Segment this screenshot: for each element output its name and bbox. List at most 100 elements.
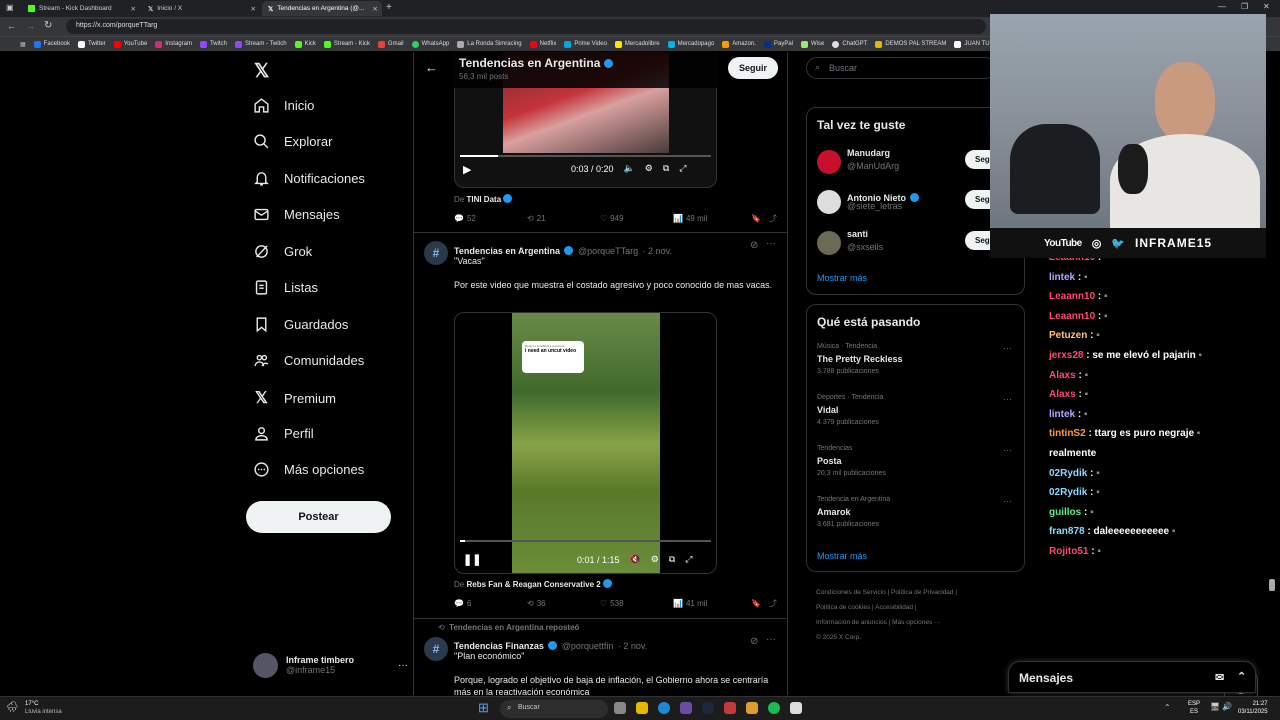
chat-username[interactable]: Leaann10	[1049, 291, 1095, 302]
chat-username[interactable]: Alaxs	[1049, 370, 1076, 381]
reload-icon[interactable]: ↻	[44, 20, 52, 31]
bookmark-twitter[interactable]: Twitter	[78, 40, 106, 48]
window-close-icon[interactable]: ✕	[1263, 2, 1270, 11]
more-icon[interactable]: ···	[1003, 343, 1012, 353]
show-more-link[interactable]: Mostrar más	[817, 551, 867, 561]
clock[interactable]: 21:27 03/11/2025	[1238, 700, 1268, 716]
views-button[interactable]: 📊 49 mil	[673, 213, 751, 224]
share-icon[interactable]: ⤴	[769, 213, 777, 224]
chat-username[interactable]: Rojito51	[1049, 546, 1088, 557]
pip-icon[interactable]: ⧉	[669, 554, 675, 565]
like-button[interactable]: ♡ 538	[600, 598, 673, 609]
tray-chevron-icon[interactable]: ⌃	[1164, 703, 1171, 712]
app-icon[interactable]	[746, 702, 758, 714]
new-message-icon[interactable]: ✉	[1215, 671, 1224, 684]
reply-button[interactable]: 💬 52	[454, 213, 527, 224]
bookmark-kick[interactable]: Kick	[294, 40, 316, 48]
source-name[interactable]: TINI Data	[466, 195, 501, 204]
play-icon[interactable]: ▶	[463, 163, 471, 176]
bookmarks-grid-icon[interactable]: ▦	[20, 41, 26, 48]
network-icon[interactable]: 🖥	[1210, 702, 1220, 711]
messages-drawer[interactable]: Mensajes ✉ ⌃	[1008, 661, 1256, 693]
nav-premium[interactable]: 𝕏 Premium	[253, 388, 336, 408]
more-icon[interactable]: ···	[1003, 394, 1012, 404]
bookmark-stream-twitch[interactable]: Stream - Twitch	[234, 40, 287, 48]
bookmark-instagram[interactable]: Instagram	[155, 40, 192, 48]
footer-row[interactable]: Información de anuncios | Más opciones ·…	[816, 615, 1006, 630]
volume-icon[interactable]: 🔈	[624, 163, 635, 174]
bookmark-amazon[interactable]: Amazon.	[722, 40, 756, 48]
nav-mas-opciones[interactable]: Más opciones	[253, 461, 364, 478]
video-progress-track[interactable]	[460, 155, 711, 157]
more-icon[interactable]: ···	[766, 238, 776, 249]
file-explorer-icon[interactable]	[636, 702, 648, 714]
bookmark-wise[interactable]: Wise	[801, 40, 824, 48]
chat-username[interactable]: Alaxs	[1049, 389, 1076, 400]
bookmark-chatgpt[interactable]: ChatGPT	[832, 40, 867, 48]
chat-username[interactable]: tintinS2	[1049, 428, 1086, 439]
fullscreen-icon[interactable]: ⤢	[679, 163, 686, 174]
chevron-up-icon[interactable]: ⌃	[1237, 670, 1246, 683]
bookmark-juan-tur[interactable]: JUAN TUR	[954, 40, 994, 48]
fullscreen-icon[interactable]: ⤢	[685, 554, 692, 565]
show-more-link[interactable]: Mostrar más	[817, 273, 867, 283]
bookmark-youtube[interactable]: YouTube	[113, 40, 147, 48]
search-input[interactable]: ⌕ Buscar	[806, 57, 996, 79]
maximize-icon[interactable]: ❐	[1241, 2, 1248, 11]
volume-icon[interactable]: 🔊	[1222, 702, 1232, 711]
x-logo-icon[interactable]: 𝕏	[254, 60, 269, 83]
nav-inicio[interactable]: Inicio	[253, 97, 314, 114]
taskbar-search[interactable]: ⌕ Buscar	[500, 700, 608, 718]
back-arrow-icon[interactable]: ←	[425, 60, 438, 75]
trend-item[interactable]: Tendencias Posta 20,3 mil publicaciones …	[807, 445, 1024, 490]
chat-username[interactable]: Leaann10	[1049, 311, 1095, 322]
footer-row[interactable]: Política de cookies | Accesibilidad |	[816, 600, 1006, 615]
nav-notificaciones[interactable]: Notificaciones	[253, 170, 365, 187]
tab-kick-dashboard[interactable]: Stream - Kick Dashboard ✕	[22, 1, 140, 16]
trend-item[interactable]: Música · Tendencia The Pretty Reckless 3…	[807, 343, 1024, 388]
more-icon[interactable]: ···	[1003, 496, 1012, 506]
nav-comunidades[interactable]: Comunidades	[253, 352, 364, 369]
source-name[interactable]: Rebs Fan & Reagan Conservative 2	[466, 580, 600, 589]
bookmark-prime-video[interactable]: Prime Video	[564, 40, 607, 48]
more-icon[interactable]: ···	[398, 660, 408, 671]
follow-button[interactable]: Seguir	[728, 57, 779, 79]
share-icon[interactable]: ⤴	[769, 598, 777, 609]
app-icon[interactable]	[724, 702, 736, 714]
chat-username[interactable]: Petuzen	[1049, 330, 1087, 341]
settings-icon[interactable]: ⚙	[645, 163, 653, 174]
minimize-icon[interactable]: —	[1218, 2, 1226, 11]
chat-username[interactable]: guillos	[1049, 507, 1081, 518]
bookmark-icon[interactable]: 🔖	[751, 598, 769, 609]
views-button[interactable]: 📊 41 mil	[673, 598, 751, 609]
bookmark-mercadolibre[interactable]: Mercadolibre	[614, 40, 660, 48]
chat-username[interactable]: 02Rydik	[1049, 487, 1087, 498]
language-indicator[interactable]: ESP ES	[1188, 700, 1200, 716]
nav-explorar[interactable]: Explorar	[253, 133, 332, 150]
reply-button[interactable]: 💬 6	[454, 598, 527, 609]
tweet-date[interactable]: · 2 nov.	[618, 641, 647, 651]
repost-label[interactable]: Tendencias en Argentina reposteó	[449, 623, 579, 632]
nav-grok[interactable]: Grok	[253, 243, 312, 260]
back-icon[interactable]: ←	[7, 21, 16, 31]
forward-icon[interactable]: →	[26, 21, 35, 31]
bookmark-paypal[interactable]: PayPal	[763, 40, 793, 48]
chat-username[interactable]: lintek	[1049, 409, 1075, 420]
trend-item[interactable]: Tendencia en Argentina Amarok 3.681 publ…	[807, 496, 1024, 541]
steam-icon[interactable]	[702, 702, 714, 714]
scrollbar-thumb[interactable]	[1269, 579, 1275, 591]
close-icon[interactable]: ✕	[251, 5, 256, 13]
pip-icon[interactable]: ⧉	[663, 163, 669, 174]
bookmark-icon[interactable]: 🔖	[751, 213, 769, 224]
grok-icon[interactable]: ⊘	[750, 636, 758, 647]
video-player[interactable]: Reply to timeBrick's comment i need an u…	[454, 312, 717, 574]
close-icon[interactable]: ✕	[373, 5, 378, 13]
bookmark-mercadopago[interactable]: Mercadopago	[667, 40, 714, 48]
more-icon[interactable]: ···	[1003, 445, 1012, 455]
pause-icon[interactable]: ❚❚	[463, 553, 481, 566]
bookmark-la-ronda[interactable]: La Ronda Simracing	[457, 40, 522, 48]
tab-inicio-x[interactable]: 𝕏 Inicio / X ✕	[142, 1, 260, 16]
footer-row[interactable]: Condiciones de Servicio | Política de Pr…	[816, 585, 1006, 600]
tweet-handle[interactable]: @porquettfin	[562, 641, 614, 651]
bookmark-gmail[interactable]: Gmail	[377, 40, 404, 48]
